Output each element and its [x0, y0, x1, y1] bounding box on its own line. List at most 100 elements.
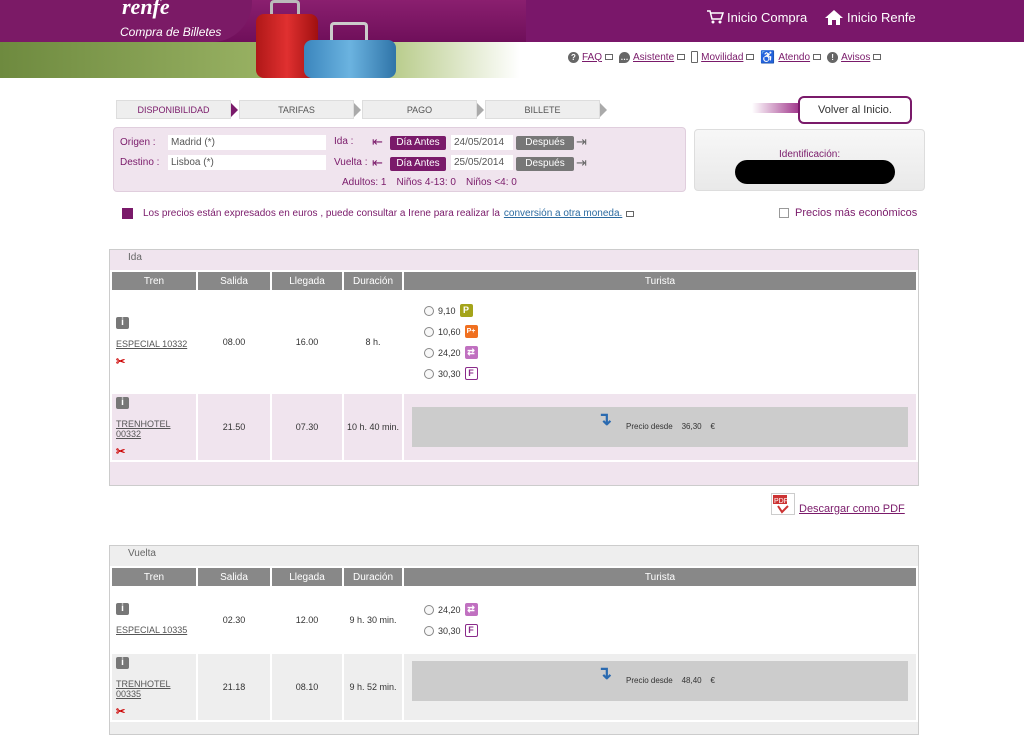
ida-title: Ida	[128, 252, 142, 263]
precio-desde-button[interactable]: ↴ Precio desde 36,30 €	[412, 407, 908, 447]
info-icon[interactable]: i	[116, 316, 129, 329]
col-salida: Salida	[198, 272, 270, 290]
step-pago: PAGO	[362, 100, 484, 119]
prev-day-icon: ⇤	[372, 134, 383, 149]
search-summary: Origen : Madrid (*) Destino : Lisboa (*)…	[113, 127, 686, 192]
asistente-label[interactable]: Asistente	[633, 52, 674, 63]
flexible-badge-icon: ⇄	[464, 603, 478, 616]
faq-label[interactable]: FAQ	[582, 52, 602, 63]
tren-cell: i TRENHOTEL 00335 ✂	[112, 654, 196, 720]
download-pdf-link[interactable]: Descargar como PDF	[799, 503, 905, 515]
ninos-count: Niños 4-13: 0	[396, 177, 456, 188]
external-window-icon	[626, 210, 635, 217]
prev-day-icon: ⇤	[372, 155, 383, 170]
col-turista: Turista	[404, 272, 916, 290]
asistente-link[interactable]: … Asistente	[619, 51, 686, 63]
fare-radio[interactable]	[424, 326, 434, 337]
external-window-icon	[813, 54, 822, 60]
info-icon[interactable]: i	[116, 396, 129, 409]
tren-cell: i ESPECIAL 10332 ✂	[112, 292, 196, 392]
redacted-name	[735, 160, 895, 184]
tren-cell: i ESPECIAL 10335	[112, 588, 196, 652]
accessibility-icon: ♿	[760, 50, 776, 64]
movilidad-link[interactable]: Movilidad	[691, 51, 755, 63]
fare-price: 30,30	[438, 625, 461, 636]
mobile-icon	[691, 51, 699, 63]
fare-option[interactable]: 24,20 ⇄	[424, 599, 916, 620]
vuelta-title: Vuelta	[128, 548, 156, 559]
inicio-renfe-link[interactable]: Inicio Renfe	[824, 9, 916, 26]
fare-radio[interactable]	[424, 347, 434, 358]
fare-option[interactable]: 10,60 P+	[424, 321, 916, 342]
identification-box: Identificación:	[694, 129, 925, 191]
vuelta-date-field: 25/05/2014	[451, 155, 513, 170]
precio-desde-label: Precio desde	[626, 422, 673, 431]
train-link[interactable]: ESPECIAL 10332	[116, 339, 196, 349]
full-fare-badge-icon: F	[464, 624, 478, 637]
atendo-link[interactable]: ♿ Atendo	[760, 50, 822, 64]
vuelta-despues-button[interactable]: Después	[516, 157, 574, 171]
salida-cell: 21.18	[198, 654, 270, 720]
train-link[interactable]: ESPECIAL 10335	[116, 625, 196, 635]
col-llegada: Llegada	[272, 568, 342, 586]
download-pdf[interactable]: PDF Descargar como PDF	[771, 493, 905, 515]
restaurant-icon: ✂	[116, 705, 126, 718]
volver-button[interactable]: Volver al Inicio.	[798, 96, 912, 124]
llegada-cell: 08.10	[272, 654, 342, 720]
info-icon[interactable]: i	[116, 656, 129, 669]
info-icon[interactable]: i	[116, 603, 129, 615]
llegada-cell: 16.00	[295, 337, 319, 347]
duracion-cell: 9 h. 52 min.	[344, 654, 402, 720]
vuelta-header-row: Tren Salida Llegada Duración Turista	[112, 568, 916, 586]
train-link[interactable]: TRENHOTEL 00332	[116, 419, 196, 439]
blue-suitcase-image	[304, 40, 396, 78]
col-tren: Tren	[112, 272, 196, 290]
llegada-cell: 12.00	[295, 615, 319, 625]
inicio-compra-link[interactable]: Inicio Compra	[706, 9, 807, 25]
down-arrow-icon: ↴	[597, 409, 613, 429]
precio-desde-value: 36,30	[681, 422, 702, 431]
ida-header-row: Tren Salida Llegada Duración Turista	[112, 272, 916, 290]
train-link[interactable]: TRENHOTEL 00335	[116, 679, 196, 699]
tren-cell: i TRENHOTEL 00332 ✂	[112, 394, 196, 460]
cheapest-prices-label: Precios más económicos	[795, 207, 918, 219]
fare-option[interactable]: 30,30 F	[424, 620, 916, 641]
col-turista: Turista	[404, 568, 916, 586]
precio-desde-button[interactable]: ↴ Precio desde 48,40 €	[412, 661, 908, 701]
fare-radio[interactable]	[424, 604, 434, 615]
renfe-logo[interactable]: renfe	[122, 0, 170, 20]
progress-steps: DISPONIBILIDAD TARIFAS PAGO BILLETE	[116, 100, 608, 119]
cheapest-prices-checkbox[interactable]	[779, 208, 789, 218]
atendo-label[interactable]: Atendo	[778, 52, 810, 63]
svg-text:PDF: PDF	[774, 498, 788, 505]
fare-option[interactable]: 24,20 ⇄	[424, 342, 916, 363]
vuelta-table: Tren Salida Llegada Duración Turista i E…	[110, 566, 918, 722]
currency-conversion-link[interactable]: conversión a otra moneda.	[504, 208, 622, 219]
step-tarifas: TARIFAS	[239, 100, 361, 119]
vuelta-dia-antes-button[interactable]: Día Antes	[390, 157, 446, 171]
fare-radio[interactable]	[424, 625, 434, 636]
fare-radio[interactable]	[424, 368, 434, 379]
pdf-icon: PDF	[771, 493, 795, 515]
step-disponibilidad: DISPONIBILIDAD	[116, 100, 238, 119]
currency-symbol: €	[710, 676, 715, 685]
precio-desde-label: Precio desde	[626, 676, 673, 685]
salida-cell: 21.50	[198, 394, 270, 460]
step-billete: BILLETE	[485, 100, 607, 119]
ida-despues-button[interactable]: Después	[516, 136, 574, 150]
faq-link[interactable]: ? FAQ	[568, 51, 614, 63]
fare-option[interactable]: 30,30 F	[424, 363, 916, 384]
avisos-link[interactable]: ! Avisos	[827, 51, 882, 63]
cart-icon	[707, 10, 724, 24]
cheapest-prices-option[interactable]: Precios más económicos	[779, 207, 917, 219]
movilidad-label[interactable]: Movilidad	[701, 52, 743, 63]
promo-plus-badge-icon: P+	[464, 325, 478, 338]
next-day-icon: ⇥	[576, 155, 587, 170]
llegada-cell: 07.30	[272, 394, 342, 460]
ida-dia-antes-button[interactable]: Día Antes	[390, 136, 446, 150]
col-duracion: Duración	[344, 568, 402, 586]
fare-option[interactable]: 9,10 P	[424, 300, 916, 321]
promo-badge-icon: P	[459, 304, 473, 317]
avisos-label[interactable]: Avisos	[841, 52, 870, 63]
fare-radio[interactable]	[424, 305, 434, 316]
